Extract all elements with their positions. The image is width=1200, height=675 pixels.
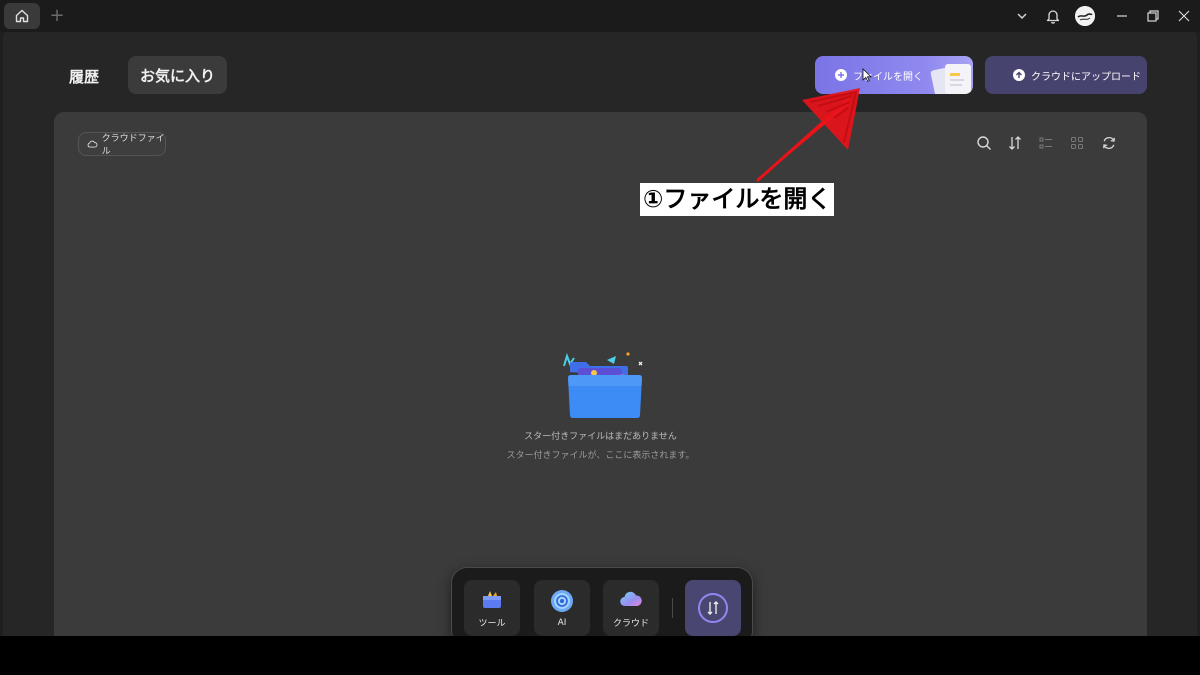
list-view-icon[interactable] (1037, 134, 1055, 152)
cloud-icon (87, 140, 98, 148)
title-bar: + (0, 0, 1200, 32)
home-content: 履歴 お気に入り ファイルを開く クラウドにアップロード クラウドファイル スタ… (3, 32, 1197, 636)
tab-favorites[interactable]: お気に入り (128, 56, 227, 94)
letterbox-bar (0, 636, 1200, 675)
upload-arrow-icon (1013, 69, 1025, 81)
avatar[interactable] (1075, 6, 1095, 26)
minimize-icon[interactable] (1112, 6, 1132, 26)
dock-cloud-label: クラウド (612, 619, 649, 629)
cloud-files-label: クラウドファイル (101, 134, 165, 157)
app-window: + 履歴 お気に入り ファイルを開く クラウドにアップロード クラウドファイル … (0, 0, 1200, 636)
dock-cloud-button[interactable]: クラウド (603, 580, 659, 636)
dock-switch-button[interactable] (685, 580, 741, 636)
annotation-label: ①ファイルを開く (640, 183, 835, 216)
ai-orb-icon (550, 589, 574, 613)
search-icon[interactable] (975, 134, 993, 152)
grid-view-icon[interactable] (1068, 134, 1086, 152)
dock-ai-label: AI (557, 617, 567, 628)
refresh-icon[interactable] (1100, 134, 1118, 152)
bell-icon[interactable] (1043, 6, 1063, 26)
switch-mode-icon (698, 593, 728, 623)
dock-ai-button[interactable]: AI (534, 580, 590, 636)
upload-to-cloud-label: クラウドにアップロード (1031, 71, 1141, 83)
home-tab[interactable] (4, 3, 40, 29)
annotation-arrow (756, 88, 860, 182)
home-icon (15, 9, 29, 23)
sort-icon[interactable] (1006, 134, 1024, 152)
empty-state-subtitle: スター付きファイルが、ここに表示されます。 (506, 451, 695, 461)
upload-to-cloud-button[interactable]: クラウドにアップロード (985, 56, 1147, 94)
chevron-down-icon[interactable] (1012, 6, 1032, 26)
files-panel: クラウドファイル スター付きファイルはまだありません スター付きファイルが、ここ… (54, 112, 1147, 636)
bottom-dock: ツール AI クラウド (451, 567, 753, 636)
cloud-files-chip[interactable]: クラウドファイル (78, 132, 166, 157)
cloud-icon (619, 587, 643, 611)
dock-separator (672, 598, 673, 618)
dock-tools-button[interactable]: ツール (464, 580, 520, 636)
toolbox-icon (480, 587, 504, 611)
new-tab-button[interactable]: + (48, 6, 66, 26)
dock-tools-label: ツール (478, 619, 506, 629)
close-icon[interactable] (1174, 6, 1194, 26)
document-illustration-icon (945, 64, 971, 94)
empty-folder-icon (563, 352, 643, 418)
empty-state-title: スター付きファイルはまだありません (524, 432, 677, 442)
restore-icon[interactable] (1143, 6, 1163, 26)
mouse-cursor-icon (862, 68, 872, 82)
tab-history[interactable]: 履歴 (69, 66, 99, 88)
